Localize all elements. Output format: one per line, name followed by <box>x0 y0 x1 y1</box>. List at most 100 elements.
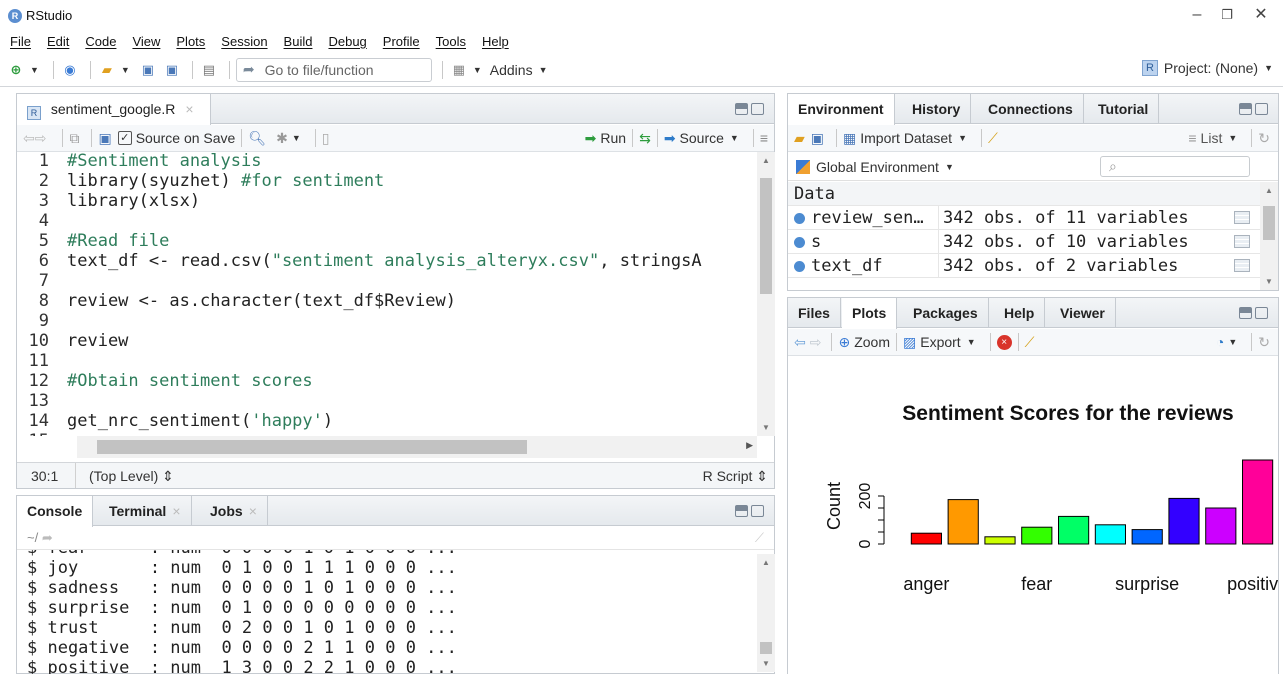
outline-icon[interactable]: ≡ <box>760 130 768 146</box>
code-line[interactable]: 6 text_df <- read.csv("sentiment analysis… <box>17 251 702 271</box>
chevron-down-icon[interactable]: ▼ <box>945 162 954 172</box>
go-to-file-input[interactable]: ➦ Go to file/function <box>235 57 432 82</box>
global-environment-selector[interactable]: Global Environment <box>816 159 939 175</box>
code-line[interactable]: 8 review <- as.character(text_df$Review) <box>17 291 456 311</box>
code-line[interactable]: 2 library(syuzhet) #for sentiment <box>17 171 385 191</box>
code-line[interactable]: 10 review <box>17 331 129 351</box>
scope-selector[interactable]: (Top Level) ⇕ <box>89 468 174 485</box>
environment-row[interactable]: s 342 obs. of 10 variables <box>788 230 1260 254</box>
console-output[interactable]: $ fear : num 0 0 0 0 1 0 1 0 0 0 ...$ jo… <box>27 550 747 674</box>
code-line[interactable]: 4 <box>17 211 67 231</box>
expand-icon[interactable] <box>794 213 805 224</box>
editor-horizontal-scrollbar[interactable]: ▶ <box>77 436 757 458</box>
chevron-down-icon[interactable]: ▼ <box>30 65 39 75</box>
chevron-down-icon[interactable]: ▼ <box>473 65 482 75</box>
chevron-down-icon[interactable]: ▼ <box>730 133 739 143</box>
chevron-down-icon[interactable]: ▼ <box>967 337 976 347</box>
code-line[interactable]: 9 <box>17 311 67 331</box>
tab-terminal[interactable]: Terminal × <box>99 496 192 526</box>
remove-plot-icon[interactable]: × <box>996 334 1012 350</box>
menu-help[interactable]: Help <box>482 34 509 49</box>
tab-help[interactable]: Help <box>994 298 1046 328</box>
menu-code[interactable]: Code <box>85 34 116 49</box>
tab-plots[interactable]: Plots <box>842 298 898 329</box>
refresh-icon[interactable]: ↻ <box>1258 334 1270 351</box>
broom-icon[interactable]: ⟋ <box>1025 334 1035 351</box>
tab-console[interactable]: Console <box>17 496 94 527</box>
menu-view[interactable]: View <box>132 34 160 49</box>
pane-window-controls[interactable] <box>735 505 764 517</box>
code-area[interactable]: 1 #Sentiment analysis 2 library(syuzhet) #f… <box>17 151 757 436</box>
file-type-selector[interactable]: R Script ⇕ <box>703 468 768 485</box>
code-line[interactable]: 11 <box>17 351 67 371</box>
run-button[interactable]: Run <box>600 130 626 146</box>
menu-debug[interactable]: Debug <box>328 34 366 49</box>
environment-row[interactable]: text_df 342 obs. of 2 variables <box>788 254 1260 278</box>
tab-viewer[interactable]: Viewer <box>1050 298 1116 328</box>
environment-vertical-scrollbar[interactable]: ▲ ▼ <box>1260 182 1278 290</box>
code-line[interactable]: 3 library(xlsx) <box>17 191 200 211</box>
project-menu[interactable]: R Project: (None) ▼ <box>1141 60 1273 76</box>
view-table-icon[interactable] <box>1234 211 1250 224</box>
console-vertical-scrollbar[interactable]: ▲ ▼ <box>757 554 775 672</box>
back-forward-icon[interactable]: ⇦⇨ <box>23 130 46 147</box>
tab-sentiment-google[interactable]: R sentiment_google.R × <box>17 94 211 125</box>
import-dataset-button[interactable]: Import Dataset <box>860 130 952 146</box>
tab-tutorial[interactable]: Tutorial <box>1088 94 1160 124</box>
chevron-down-icon[interactable]: ▼ <box>958 133 967 143</box>
compile-report-icon[interactable]: ▯ <box>322 130 330 147</box>
expand-icon[interactable] <box>794 237 805 248</box>
show-in-window-icon[interactable]: ⧉ <box>69 130 79 147</box>
search-icon[interactable]: 🔍︎ <box>248 130 266 147</box>
tab-jobs[interactable]: Jobs × <box>200 496 268 526</box>
code-line[interactable]: 13 <box>17 391 67 411</box>
editor-vertical-scrollbar[interactable]: ▲ ▼ <box>757 152 775 436</box>
close-button[interactable]: ✕ <box>1246 4 1276 26</box>
save-all-icon[interactable]: ▣ <box>162 61 182 79</box>
export-button[interactable]: Export <box>920 334 960 350</box>
publish-icon[interactable]: ◔ <box>1216 334 1224 350</box>
save-workspace-icon[interactable]: ▣ <box>811 130 824 147</box>
menu-edit[interactable]: Edit <box>47 34 69 49</box>
chevron-down-icon[interactable]: ▼ <box>539 65 548 75</box>
clear-console-icon[interactable]: ⟋ <box>755 526 764 550</box>
close-tab-icon[interactable]: × <box>185 101 193 117</box>
tab-files[interactable]: Files <box>788 298 841 328</box>
addins-button[interactable]: Addins <box>490 62 533 78</box>
menu-tools[interactable]: Tools <box>436 34 466 49</box>
environment-row[interactable]: review_sen… 342 obs. of 11 variables <box>788 206 1260 230</box>
zoom-button[interactable]: Zoom <box>854 334 890 350</box>
minimize-button[interactable]: – <box>1182 4 1212 26</box>
source-button[interactable]: Source <box>680 130 724 146</box>
pane-window-controls[interactable] <box>735 103 764 115</box>
magic-wand-icon[interactable]: ✱ <box>276 130 288 147</box>
print-icon[interactable]: ▤ <box>199 61 219 79</box>
load-workspace-icon[interactable]: ▰ <box>794 130 805 147</box>
save-icon[interactable]: ▣ <box>138 61 158 79</box>
menu-session[interactable]: Session <box>221 34 267 49</box>
list-view-button[interactable]: List <box>1201 130 1223 146</box>
restore-button[interactable]: ❐ <box>1212 4 1242 26</box>
pane-window-controls[interactable] <box>1239 103 1268 115</box>
code-line[interactable]: 14 get_nrc_sentiment('happy') <box>17 411 334 431</box>
chevron-down-icon[interactable]: ▼ <box>292 133 301 143</box>
expand-icon[interactable] <box>794 261 805 272</box>
next-plot-icon[interactable]: ⇨ <box>810 334 822 351</box>
tab-history[interactable]: History <box>902 94 972 124</box>
code-line[interactable]: 5 #Read file <box>17 231 170 251</box>
view-table-icon[interactable] <box>1234 235 1250 248</box>
environment-search-input[interactable]: ⌕ <box>1100 156 1250 177</box>
source-on-save-checkbox[interactable]: ✓ <box>117 131 132 145</box>
new-project-icon[interactable]: ◉ <box>60 61 80 79</box>
code-line[interactable]: 15 <box>17 431 67 436</box>
menu-profile[interactable]: Profile <box>383 34 420 49</box>
menu-plots[interactable]: Plots <box>176 34 205 49</box>
grid-layout-icon[interactable]: ▦ <box>449 61 469 79</box>
chevron-down-icon[interactable]: ▼ <box>121 65 130 75</box>
chevron-down-icon[interactable]: ▼ <box>1228 133 1237 143</box>
menu-build[interactable]: Build <box>284 34 313 49</box>
broom-icon[interactable]: ⟋ <box>988 130 998 147</box>
tab-environment[interactable]: Environment <box>788 94 895 125</box>
code-line[interactable]: 1 #Sentiment analysis <box>17 151 262 171</box>
refresh-icon[interactable]: ↻ <box>1258 130 1270 147</box>
